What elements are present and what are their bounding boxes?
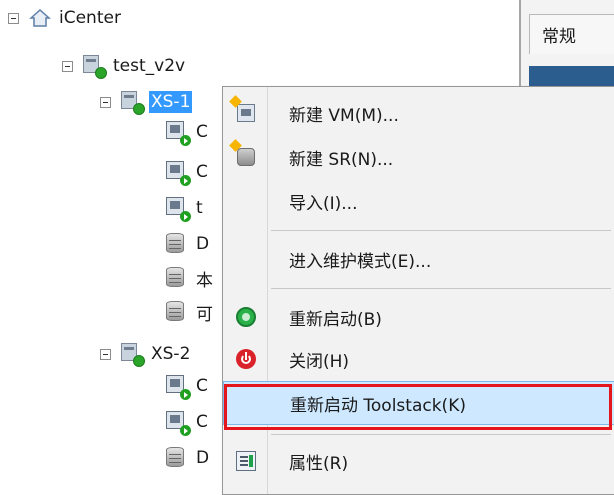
- menu-item-shutdown[interactable]: 关闭(H): [223, 337, 614, 381]
- tree-node-label: C: [196, 122, 208, 142]
- menu-item-label: 重新启动(B): [289, 309, 382, 330]
- tree-node-label: XS-2: [151, 344, 191, 364]
- menu-separator: [271, 230, 611, 231]
- tree-node-label: 本: [196, 270, 213, 291]
- server-icon: [121, 91, 145, 115]
- menu-item-label: 新建 SR(N)...: [289, 149, 394, 170]
- storage-icon: [166, 301, 188, 323]
- context-menu: 新建 VM(M)... 新建 SR(N)... 导入(I)... 进入维护模式(…: [222, 86, 614, 495]
- tree-node-storage[interactable]: 可: [166, 298, 215, 326]
- tree-node-vm[interactable]: t: [166, 194, 205, 222]
- tree-node-vm[interactable]: C: [166, 158, 210, 186]
- home-icon: [29, 7, 51, 29]
- menu-item-label: 导入(I)...: [289, 193, 358, 214]
- menu-item-label: 新建 VM(M)...: [289, 105, 399, 126]
- new-vm-icon: [229, 95, 257, 124]
- storage-icon: [166, 233, 188, 255]
- tree-node-label: C: [196, 162, 208, 182]
- new-sr-icon: [229, 139, 257, 168]
- menu-separator: [271, 288, 611, 289]
- storage-icon: [166, 267, 188, 289]
- menu-item-properties[interactable]: 属性(R): [223, 439, 614, 483]
- menu-item-maintenance-mode[interactable]: 进入维护模式(E)...: [223, 237, 614, 281]
- restart-icon: [235, 306, 257, 328]
- tree-node-label: D: [196, 448, 210, 468]
- tree-node-storage[interactable]: D: [166, 230, 211, 258]
- callout-highlight-box: [224, 384, 612, 430]
- tree-node-label: test_v2v: [113, 56, 186, 76]
- properties-icon: [235, 450, 257, 472]
- tree-node-label: t: [196, 198, 203, 218]
- vm-running-icon: [166, 197, 191, 222]
- menu-item-new-sr[interactable]: 新建 SR(N)...: [223, 135, 614, 179]
- tree-node-storage[interactable]: D: [166, 444, 211, 472]
- tree-node-vm[interactable]: C: [166, 372, 210, 400]
- pool-icon: [83, 55, 107, 79]
- tree-node-pool[interactable]: test_v2v: [62, 52, 187, 80]
- menu-item-label: 进入维护模式(E)...: [289, 251, 432, 272]
- tab-general[interactable]: 常规: [529, 14, 614, 54]
- vm-running-icon: [166, 411, 191, 436]
- tree-node-label: XS-1: [149, 91, 193, 113]
- tab-label: 常规: [542, 27, 576, 47]
- menu-item-label: 关闭(H): [289, 351, 350, 372]
- server-icon: [121, 343, 145, 367]
- menu-separator: [271, 434, 611, 435]
- collapse-icon[interactable]: [62, 60, 73, 72]
- collapse-icon[interactable]: [100, 348, 111, 360]
- vm-running-icon: [166, 161, 191, 186]
- collapse-icon[interactable]: [100, 96, 111, 108]
- tree-node-label: C: [196, 376, 208, 396]
- tree-node-label: D: [196, 234, 210, 254]
- collapse-icon[interactable]: [8, 12, 19, 24]
- vm-running-icon: [166, 375, 191, 400]
- menu-item-restart[interactable]: 重新启动(B): [223, 295, 614, 339]
- tree-node-vm[interactable]: C: [166, 408, 210, 436]
- tree-node-host-1[interactable]: XS-1: [100, 88, 193, 116]
- tree-node-host-2[interactable]: XS-2: [100, 340, 192, 368]
- power-icon: [235, 348, 257, 370]
- menu-item-new-vm[interactable]: 新建 VM(M)...: [223, 91, 614, 135]
- tree-node-vm[interactable]: C: [166, 118, 210, 146]
- vm-running-icon: [166, 121, 191, 146]
- tree-node-root[interactable]: iCenter: [8, 4, 123, 32]
- tree-node-label: 可: [196, 304, 213, 325]
- tree-node-label: iCenter: [59, 8, 121, 28]
- menu-item-import[interactable]: 导入(I)...: [223, 179, 614, 223]
- storage-icon: [166, 447, 188, 469]
- tree-node-label: C: [196, 412, 208, 432]
- tree-node-storage[interactable]: 本: [166, 264, 215, 292]
- menu-item-label: 属性(R): [289, 453, 349, 474]
